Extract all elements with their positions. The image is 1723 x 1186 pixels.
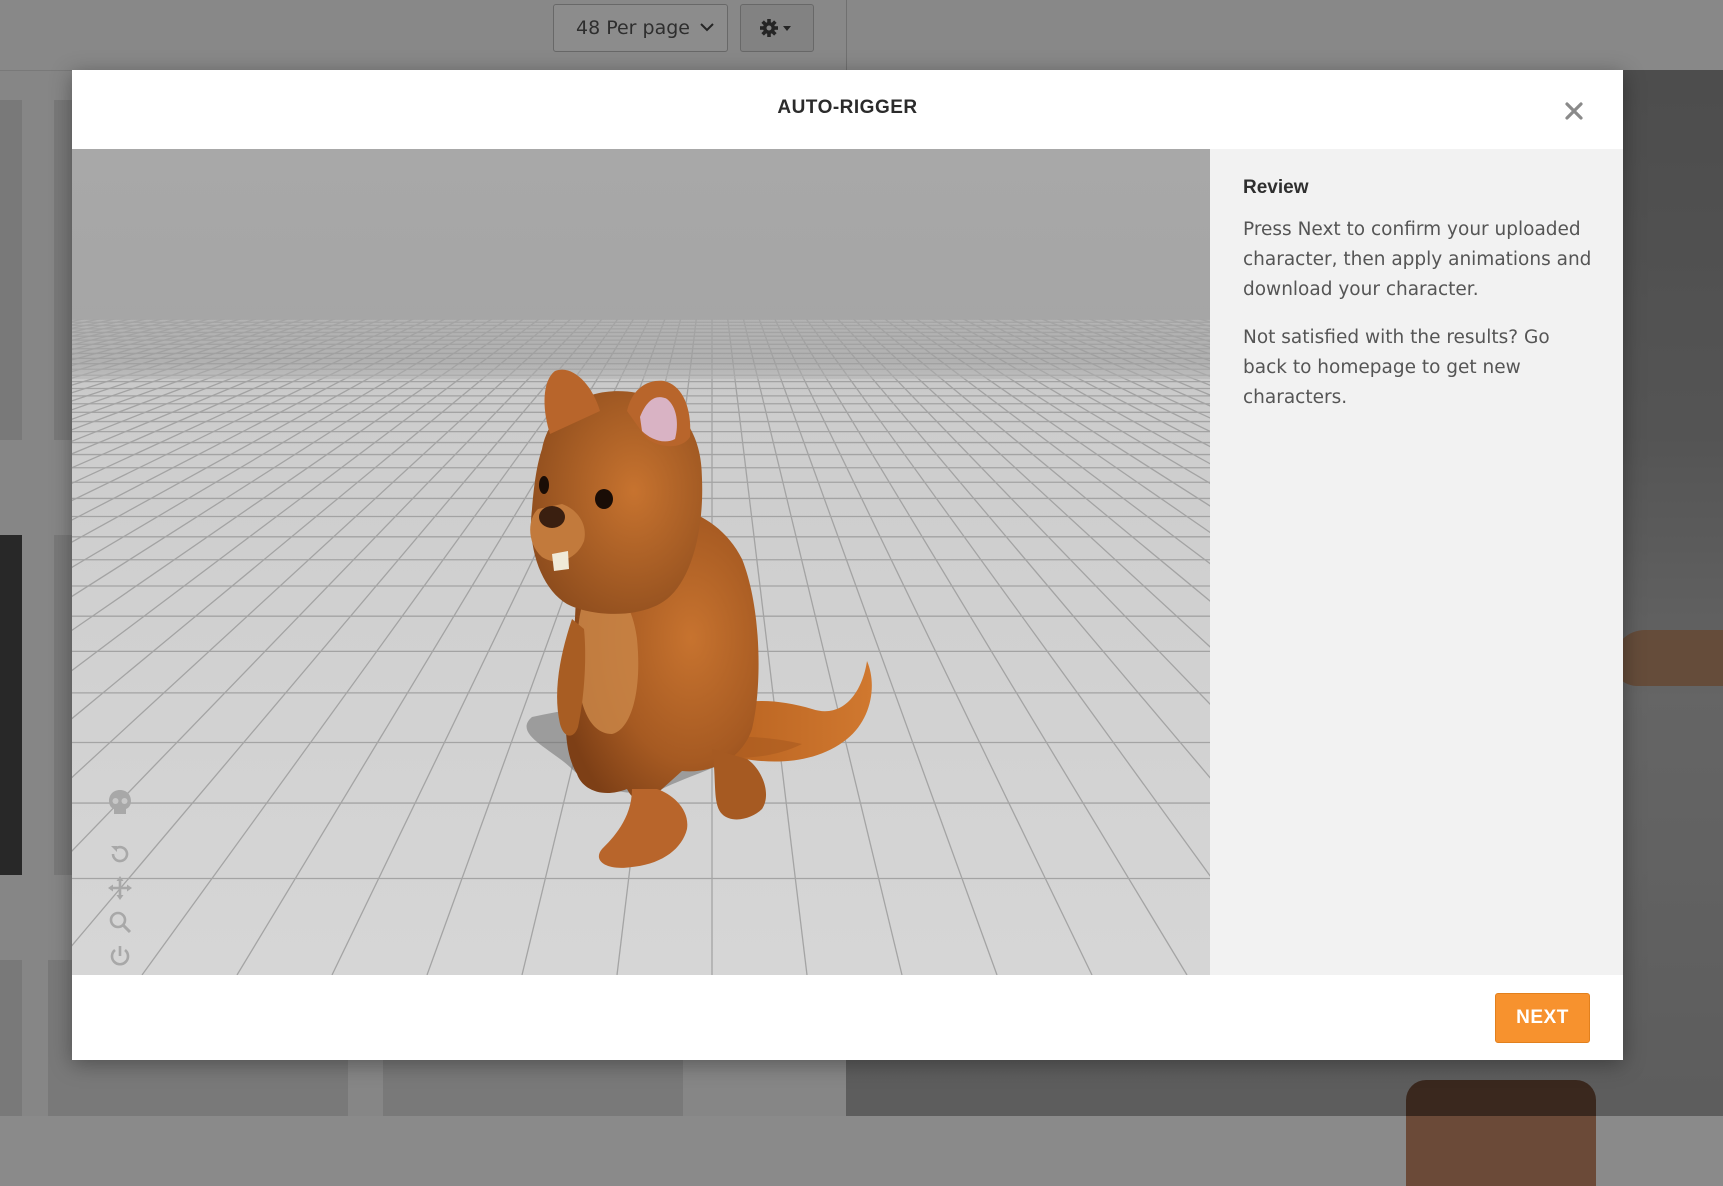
zoom-tool[interactable] [102,907,138,937]
modal-footer: NEXT [72,975,1623,1060]
review-panel: Review Press Next to confirm your upload… [1210,149,1623,975]
next-button[interactable]: NEXT [1495,993,1590,1043]
reset-tool[interactable] [102,941,138,971]
3d-viewport[interactable] [72,149,1210,975]
close-icon [1565,102,1583,120]
skeleton-toggle[interactable] [102,787,138,817]
scene-render [72,149,1210,975]
rotate-icon [111,845,129,863]
zoom-icon [109,911,132,934]
power-icon [110,946,130,966]
auto-rigger-modal: AUTO-RIGGER Review Press Next to confirm… [72,70,1623,1060]
review-heading: Review [1243,177,1309,198]
modal-title: AUTO-RIGGER [777,97,918,118]
move-tool[interactable] [102,873,138,903]
skeleton-icon [109,790,131,814]
rotate-tool[interactable] [102,839,138,869]
close-button[interactable] [1559,96,1589,126]
move-icon [108,876,132,900]
review-instructions: Press Next to confirm your uploaded char… [1243,219,1592,300]
modal-header: AUTO-RIGGER [72,70,1623,149]
review-alternative-text: Not satisfied with the results? Go back … [1243,327,1550,408]
